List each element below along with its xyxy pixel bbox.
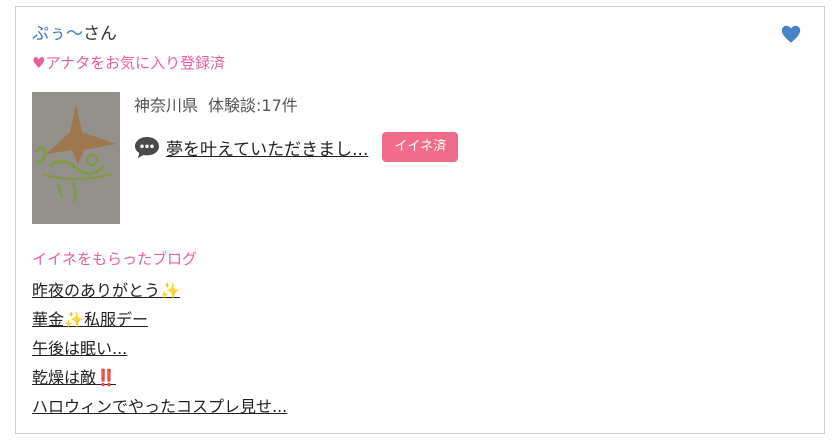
exclamation-icon: ‼️ <box>96 368 116 387</box>
blog-link[interactable]: ハロウィンでやったコスプレ見せ... <box>32 397 287 416</box>
blog-list: 昨夜のありがとう✨ 華金✨私服デー 午後は眠い... 乾燥は敵‼️ ハロウィンで… <box>32 279 287 424</box>
blog-section-heading: イイネをもらったブログ <box>32 250 198 268</box>
story-row: 夢を叶えていただきまし... イイネ済 <box>134 131 459 163</box>
list-item: ハロウィンでやったコスプレ見せ... <box>32 395 287 424</box>
list-item: 乾燥は敵‼️ <box>32 366 287 395</box>
sparkle-icon: ✨ <box>160 281 180 300</box>
favorite-status: ♥アナタをお気に入り登録済 <box>32 54 226 72</box>
list-item: 華金✨私服デー <box>32 308 287 337</box>
iine-done-badge[interactable]: イイネ済 <box>382 132 459 162</box>
user-name-suffix: さん <box>83 24 117 44</box>
sparkle-icon: ✨ <box>64 310 84 329</box>
blog-link[interactable]: 午後は眠い... <box>32 339 127 358</box>
user-name[interactable]: ぷぅ〜 <box>32 24 83 44</box>
profile-thumbnail[interactable] <box>32 92 120 224</box>
list-item: 午後は眠い... <box>32 337 287 366</box>
blog-link[interactable]: 昨夜のありがとう✨ <box>32 281 180 300</box>
blog-link[interactable]: 華金✨私服デー <box>32 310 148 329</box>
thumbnail-image <box>32 92 120 224</box>
profile-info: 神奈川県 体験談:17件 <box>134 95 298 117</box>
region-label: 神奈川県 <box>134 96 199 115</box>
blog-link[interactable]: 乾燥は敵‼️ <box>32 368 116 387</box>
speech-bubble-icon <box>135 137 159 158</box>
story-count: 体験談:17件 <box>208 96 298 115</box>
user-line: ぷぅ〜さん <box>32 23 117 45</box>
user-card: ぷぅ〜さん ♥アナタをお気に入り登録済 神奈川県 体験談:17件 夢を叶えていただ… <box>15 6 825 434</box>
heart-icon[interactable] <box>780 23 802 45</box>
story-link[interactable]: 夢を叶えていただきまし... <box>166 135 368 160</box>
list-item: 昨夜のありがとう✨ <box>32 279 287 308</box>
